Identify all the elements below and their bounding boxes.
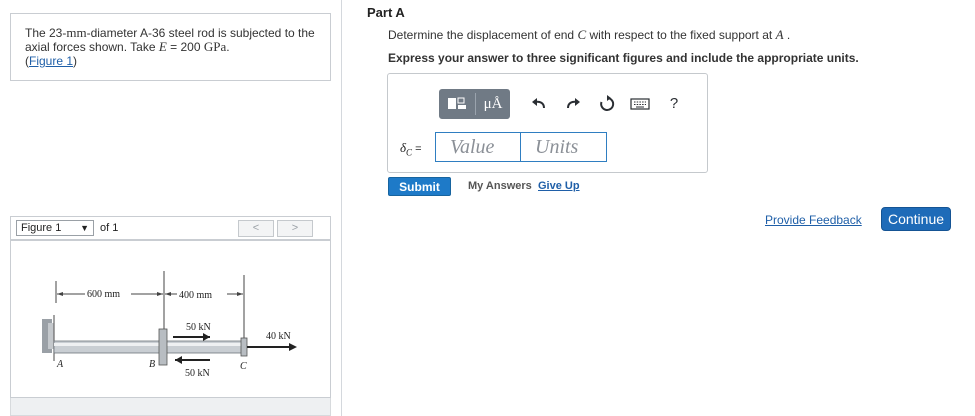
force-label-bottom: 50 kN [185, 368, 210, 379]
answer-variable-label: δC = [400, 140, 422, 158]
question-var-A: A [775, 27, 784, 42]
end-cap-C [240, 337, 248, 357]
keyboard-icon[interactable] [630, 94, 650, 114]
figure-footer [10, 398, 331, 416]
problem-eq: = 200 [166, 40, 204, 54]
equals-sign: = [412, 143, 422, 155]
templates-button[interactable] [439, 89, 475, 119]
figure-navigator: Figure 1 ▼ of 1 < > [10, 216, 331, 240]
question-text-3: . [783, 28, 791, 42]
label-B: B [149, 359, 155, 370]
problem-unit-gpa: GPa [203, 39, 227, 54]
dim-arrow [57, 292, 63, 296]
give-up-link[interactable]: Give Up [538, 180, 580, 192]
question-text-1: Determine the displacement of end [388, 28, 578, 42]
force-label-top: 50 kN [186, 322, 211, 333]
problem-unit-mm: mm [66, 25, 87, 40]
provide-feedback-link[interactable]: Provide Feedback [765, 213, 862, 227]
dim-arrow [237, 292, 243, 296]
reset-icon[interactable] [597, 94, 617, 114]
undo-icon[interactable] [529, 94, 549, 114]
question-text-2: with respect to the fixed support at [586, 28, 776, 42]
units-button[interactable]: μÅ [476, 89, 510, 119]
problem-var-E: E [158, 39, 167, 54]
next-figure-button[interactable]: > [277, 220, 313, 237]
dim-arrow [157, 292, 163, 296]
my-answers-label[interactable]: My Answers [468, 180, 532, 192]
arrowhead [289, 343, 297, 351]
units-input[interactable]: Units [520, 132, 607, 162]
label-C: C [240, 361, 247, 372]
wall-face [48, 323, 54, 349]
figure-select-value: Figure 1 [21, 222, 62, 234]
figure-panel: 600 mm 400 mm 50 kN 50 kN 40 kN A B C [10, 240, 331, 398]
steel-rod [53, 340, 245, 354]
figure-link[interactable]: Figure 1 [29, 54, 73, 68]
collar-B [158, 328, 168, 366]
redo-icon[interactable] [563, 94, 583, 114]
rod-diagram: 600 mm 400 mm 50 kN 50 kN 40 kN A B C [42, 271, 297, 379]
part-title: Part A [367, 5, 405, 20]
force-label-end: 40 kN [266, 331, 291, 342]
figure-select[interactable]: Figure 1 ▼ [16, 220, 94, 236]
problem-text-1: The 23- [25, 26, 67, 40]
arrowhead [203, 333, 210, 341]
figure-count: of 1 [100, 222, 119, 234]
answer-instruction: Express your answer to three significant… [388, 51, 859, 65]
dim-label-600: 600 mm [87, 289, 120, 300]
answer-box: μÅ ? δC = Value Units [387, 73, 708, 173]
toolbar-group: μÅ [439, 89, 510, 119]
arrowhead [175, 356, 182, 364]
value-input[interactable]: Value [435, 132, 521, 162]
problem-statement: The 23-mm-diameter A-36 steel rod is sub… [10, 13, 331, 81]
prev-figure-button[interactable]: < [238, 220, 274, 237]
continue-button[interactable]: Continue [881, 207, 951, 231]
problem-period: . [226, 40, 230, 54]
dim-arrow [165, 292, 171, 296]
label-A: A [56, 359, 64, 370]
rod-highlight [54, 343, 244, 346]
submit-button[interactable]: Submit [388, 177, 451, 196]
templates-icon [448, 97, 466, 109]
help-icon[interactable]: ? [664, 94, 684, 114]
dim-label-400: 400 mm [179, 290, 212, 301]
left-column: The 23-mm-diameter A-36 steel rod is sub… [0, 0, 342, 416]
chevron-down-icon: ▼ [80, 223, 89, 233]
question-var-C: C [577, 27, 587, 42]
question-text: Determine the displacement of end C with… [388, 27, 790, 43]
